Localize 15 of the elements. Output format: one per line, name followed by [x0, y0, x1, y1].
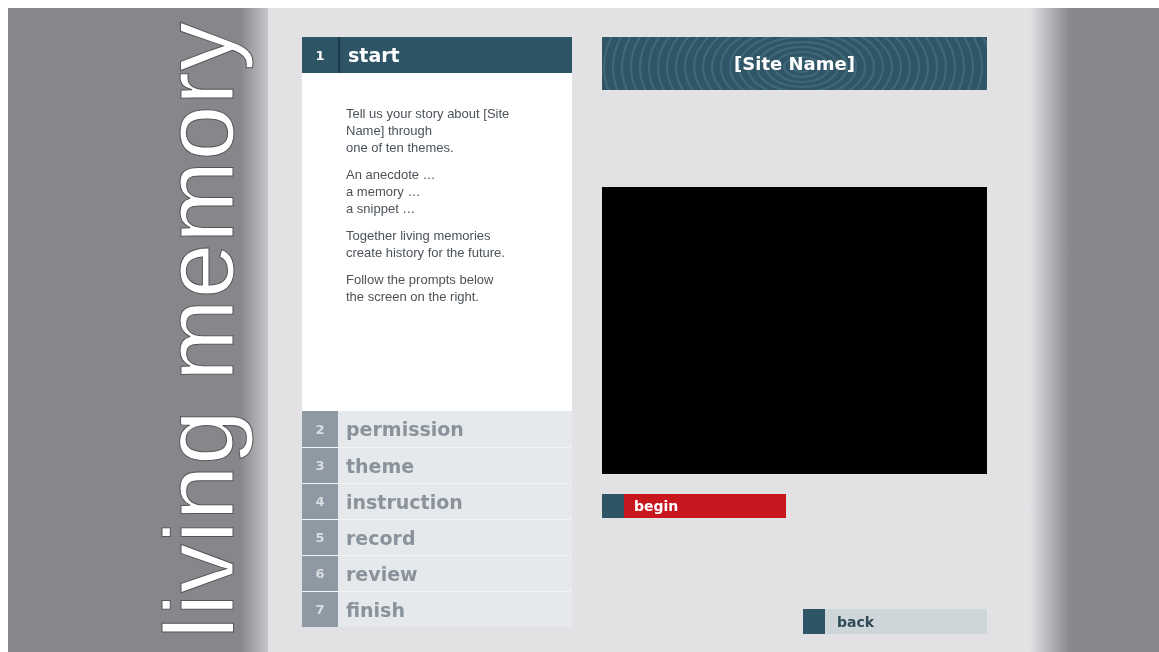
step-tab[interactable]: 7 finish	[302, 591, 572, 627]
step-tab[interactable]: 5 record	[302, 519, 572, 555]
begin-button[interactable]: begin	[602, 494, 786, 518]
site-name: [Site Name]	[734, 53, 855, 74]
intro-paragraph: Tell us your story about [Site Name] through one of ten themes.	[346, 105, 511, 156]
intro-paragraph: Follow the prompts below the screen on the right.	[346, 271, 495, 305]
intro-paragraph: Together living memories create history for the future.	[346, 227, 506, 261]
step-tab[interactable]: 2 permission	[302, 411, 572, 447]
brand-title: living memory	[143, 21, 256, 639]
step-tab[interactable]: 1 start	[302, 37, 572, 73]
intro-paragraph: An anecdote … a memory … a snippet …	[346, 166, 437, 217]
step-tab[interactable]: 4 instruction	[302, 483, 572, 519]
step-tab[interactable]: 3 theme	[302, 447, 572, 483]
back-button[interactable]: back	[803, 609, 987, 634]
step-tab[interactable]: 6 review	[302, 555, 572, 591]
